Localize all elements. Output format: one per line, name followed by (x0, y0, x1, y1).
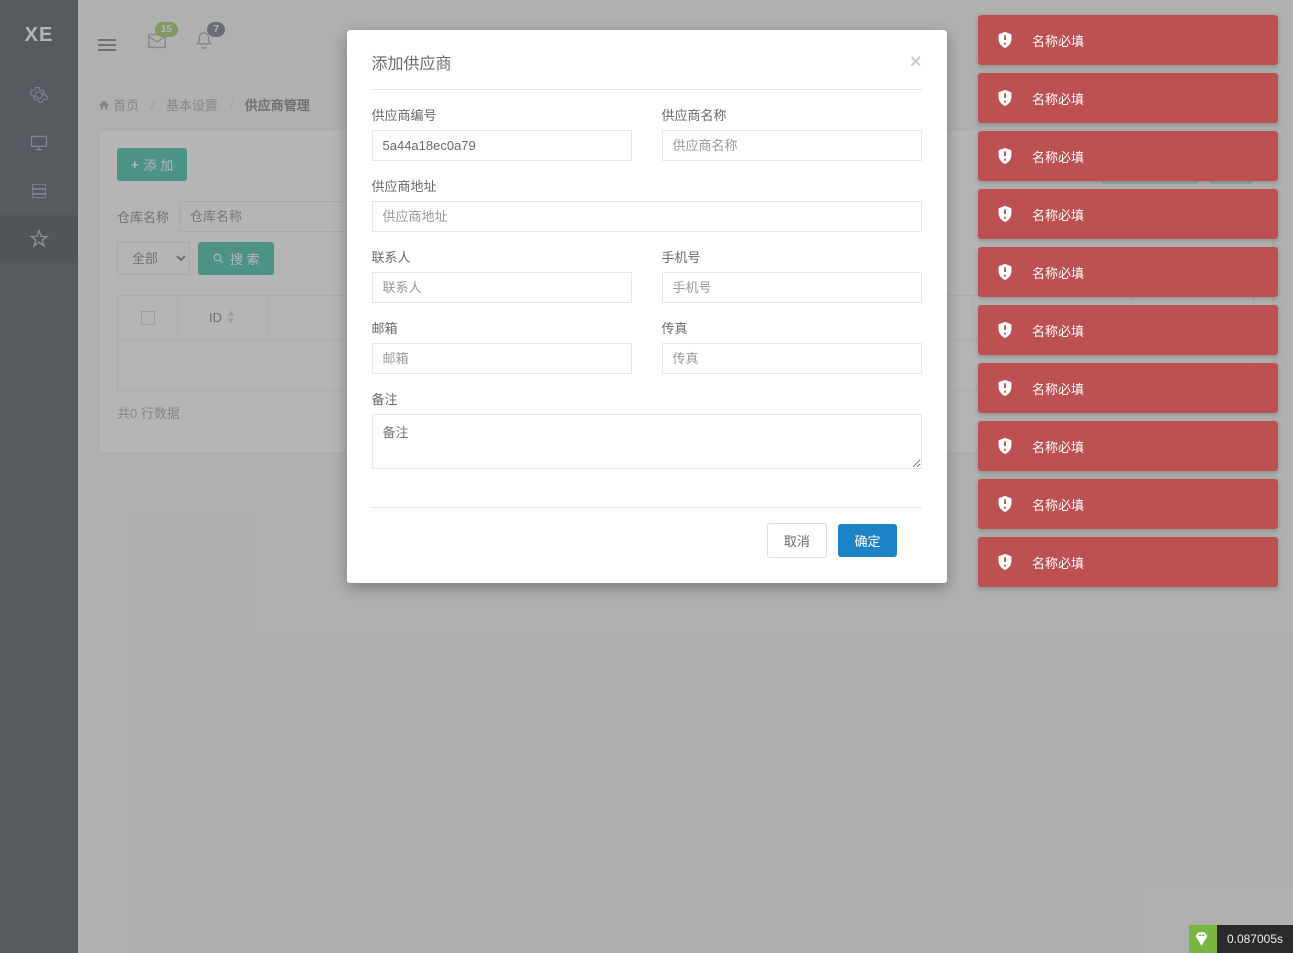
toast-error[interactable]: 名称必填 (978, 189, 1278, 239)
contact-label: 联系人 (372, 247, 632, 266)
shield-alert-icon (994, 319, 1016, 341)
perf-widget[interactable]: 0.087005s (1189, 925, 1293, 953)
fax-input[interactable] (662, 343, 922, 374)
close-icon[interactable]: × (910, 51, 922, 74)
email-input[interactable] (372, 343, 632, 374)
shield-alert-icon (994, 145, 1016, 167)
toast-error[interactable]: 名称必填 (978, 131, 1278, 181)
shield-alert-icon (994, 493, 1016, 515)
toast-error[interactable]: 名称必填 (978, 305, 1278, 355)
mobile-label: 手机号 (662, 247, 922, 266)
email-label: 邮箱 (372, 318, 632, 337)
supplier-name-label: 供应商名称 (662, 105, 922, 124)
shield-alert-icon (994, 377, 1016, 399)
contact-input[interactable] (372, 272, 632, 303)
perf-time: 0.087005s (1217, 925, 1293, 953)
add-supplier-modal: 添加供应商 × 供应商编号 供应商名称 供应商地址 联系人 (347, 30, 947, 583)
remark-label: 备注 (372, 389, 922, 408)
supplier-addr-label: 供应商地址 (372, 176, 922, 195)
shield-alert-icon (994, 203, 1016, 225)
supplier-code-input[interactable] (372, 130, 632, 161)
toast-error[interactable]: 名称必填 (978, 421, 1278, 471)
toast-error[interactable]: 名称必填 (978, 247, 1278, 297)
toast-error[interactable]: 名称必填 (978, 15, 1278, 65)
toast-error[interactable]: 名称必填 (978, 363, 1278, 413)
supplier-addr-input[interactable] (372, 201, 922, 232)
toast-error[interactable]: 名称必填 (978, 479, 1278, 529)
shield-alert-icon (994, 29, 1016, 51)
toast-error[interactable]: 名称必填 (978, 73, 1278, 123)
toast-container: 名称必填 名称必填 名称必填 名称必填 名称必填 名称必填 名称必填 名称必填 … (978, 15, 1278, 595)
fax-label: 传真 (662, 318, 922, 337)
mobile-input[interactable] (662, 272, 922, 303)
ok-button[interactable]: 确定 (838, 524, 896, 557)
toast-error[interactable]: 名称必填 (978, 537, 1278, 587)
supplier-code-label: 供应商编号 (372, 105, 632, 124)
remark-input[interactable] (372, 414, 922, 469)
perf-logo-icon (1189, 925, 1217, 953)
shield-alert-icon (994, 87, 1016, 109)
shield-alert-icon (994, 435, 1016, 457)
shield-alert-icon (994, 261, 1016, 283)
cancel-button[interactable]: 取消 (767, 523, 827, 558)
supplier-name-input[interactable] (662, 130, 922, 161)
modal-title: 添加供应商 (372, 50, 452, 74)
shield-alert-icon (994, 551, 1016, 573)
